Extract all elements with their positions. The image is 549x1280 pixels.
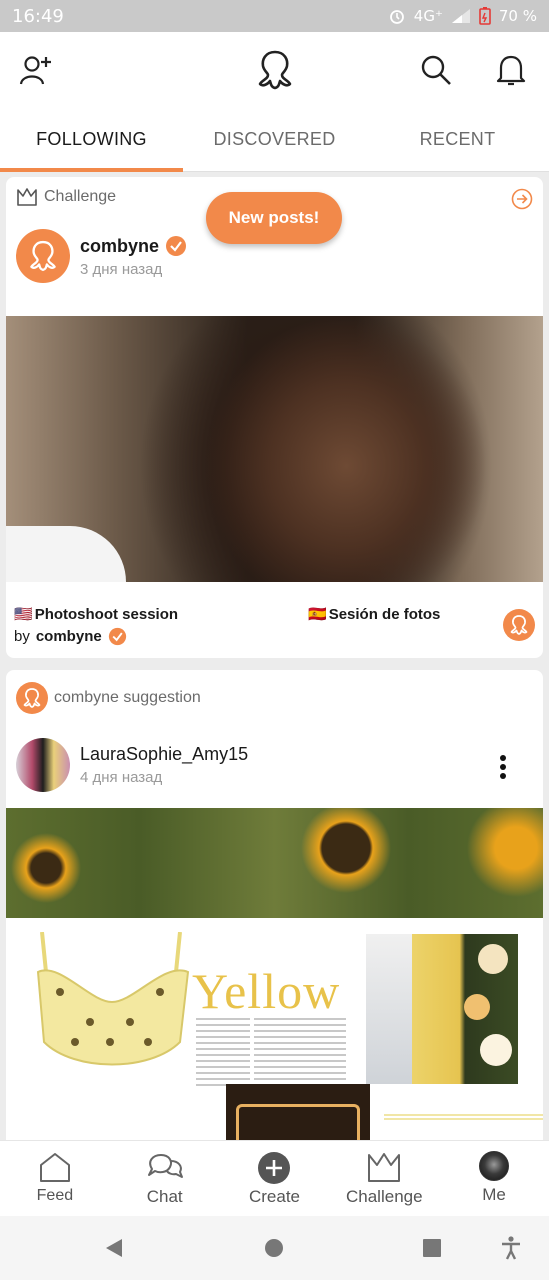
- post-collage[interactable]: Yellow: [6, 918, 543, 1150]
- search-icon[interactable]: [416, 50, 456, 90]
- post-time: 3 дня назад: [80, 261, 163, 278]
- octopus-logo-icon: [23, 688, 41, 708]
- caption-english: 🇺🇸 Photoshoot session: [14, 605, 179, 624]
- nav-challenge[interactable]: Challenge: [329, 1141, 439, 1216]
- octopus-logo-icon[interactable]: [252, 50, 298, 90]
- post-type: combyne suggestion: [16, 682, 201, 714]
- post-type: Challenge: [16, 187, 116, 207]
- plus-circle-icon: [258, 1152, 291, 1184]
- collage-title: Yellow: [192, 963, 341, 1019]
- nav-me[interactable]: Me: [439, 1141, 549, 1216]
- back-icon[interactable]: [104, 1238, 124, 1258]
- battery-level: 70 %: [498, 7, 537, 25]
- app-header: [0, 32, 549, 108]
- by-label: by: [14, 628, 30, 645]
- post-type-label: combyne suggestion: [54, 689, 201, 706]
- post-image-detail: [6, 526, 126, 582]
- battery-icon: [479, 7, 491, 25]
- accessibility-icon[interactable]: [500, 1236, 522, 1260]
- octopus-logo-icon: [510, 615, 528, 635]
- username[interactable]: LauraSophie_Amy15: [80, 744, 248, 765]
- caption-spanish-text: Sesión de fotos: [328, 605, 441, 623]
- es-flag-icon: 🇪🇸: [308, 606, 327, 623]
- post-card[interactable]: Challenge combyne 3 дня назад 🇺🇸 Photosh…: [6, 177, 543, 658]
- nav-create[interactable]: Create: [220, 1141, 330, 1216]
- post-image[interactable]: [6, 808, 543, 918]
- post-image[interactable]: [6, 316, 543, 582]
- person-add-icon[interactable]: [16, 50, 56, 90]
- collage-text-block: [196, 1018, 250, 1088]
- by-username[interactable]: combyne: [36, 628, 102, 645]
- tab-recent[interactable]: RECENT: [366, 108, 549, 171]
- tab-discovered[interactable]: DISCOVERED: [183, 108, 366, 171]
- crown-icon: [368, 1153, 401, 1182]
- caption-byline: by combyne: [14, 627, 127, 646]
- collage-door-image: [412, 934, 518, 1084]
- post-type-label: Challenge: [44, 188, 117, 205]
- username[interactable]: combyne: [80, 236, 159, 257]
- post-card[interactable]: combyne suggestion LauraSophie_Amy15 4 д…: [6, 670, 543, 1150]
- verified-badge-icon: [166, 236, 187, 256]
- octopus-logo-icon: [30, 240, 56, 272]
- signal-icon: [451, 9, 470, 23]
- yellow-top-image: [36, 932, 190, 1066]
- nav-chat[interactable]: Chat: [110, 1141, 220, 1216]
- nav-feed[interactable]: Feed: [0, 1141, 110, 1216]
- tab-following[interactable]: FOLLOWING: [0, 108, 183, 172]
- arrow-circle-icon[interactable]: [511, 188, 533, 210]
- status-bar: 16:49 4G⁺ 70 %: [0, 0, 549, 32]
- more-options-icon[interactable]: [499, 754, 507, 780]
- post-caption: 🇺🇸 Photoshoot session 🇪🇸 Sesión de fotos…: [14, 605, 535, 653]
- crown-icon: [17, 188, 37, 206]
- nav-challenge-label: Challenge: [346, 1187, 423, 1206]
- us-flag-icon: 🇺🇸: [14, 606, 33, 623]
- network-indicator: 4G⁺: [413, 7, 443, 25]
- status-icons: 4G⁺ 70 %: [388, 7, 537, 25]
- avatar[interactable]: [16, 229, 70, 283]
- collage-text-block: [254, 1018, 346, 1088]
- bottom-navigation: Feed Chat Create Challenge Me: [0, 1140, 549, 1216]
- combyne-logo-badge[interactable]: [503, 609, 535, 641]
- nav-chat-label: Chat: [146, 1187, 183, 1206]
- nav-create-label: Create: [248, 1187, 300, 1206]
- verified-badge-icon: [108, 627, 126, 646]
- system-navigation-bar: [0, 1216, 549, 1280]
- alarm-icon: [389, 10, 404, 24]
- collage-image: [366, 934, 412, 1084]
- caption-english-text: Photoshoot session: [34, 605, 179, 623]
- post-time: 4 дня назад: [80, 769, 163, 786]
- nav-feed-label: Feed: [36, 1187, 74, 1204]
- home-icon: [39, 1153, 70, 1182]
- chat-icon: [147, 1154, 183, 1178]
- avatar[interactable]: [16, 738, 70, 792]
- home-button-icon[interactable]: [264, 1238, 284, 1258]
- combyne-logo-badge: [16, 682, 48, 714]
- post-author: combyne 3 дня назад: [80, 235, 187, 278]
- nav-me-label: Me: [482, 1185, 506, 1204]
- bell-icon[interactable]: [491, 50, 531, 90]
- feed-tabs: FOLLOWING DISCOVERED RECENT: [0, 108, 549, 172]
- post-author: LauraSophie_Amy15 4 дня назад: [80, 744, 248, 786]
- caption-spanish: 🇪🇸 Sesión de fotos: [308, 605, 441, 624]
- status-time: 16:49: [12, 5, 64, 27]
- new-posts-button[interactable]: New posts!: [206, 192, 342, 244]
- recents-icon[interactable]: [423, 1239, 441, 1257]
- profile-avatar: [479, 1151, 510, 1181]
